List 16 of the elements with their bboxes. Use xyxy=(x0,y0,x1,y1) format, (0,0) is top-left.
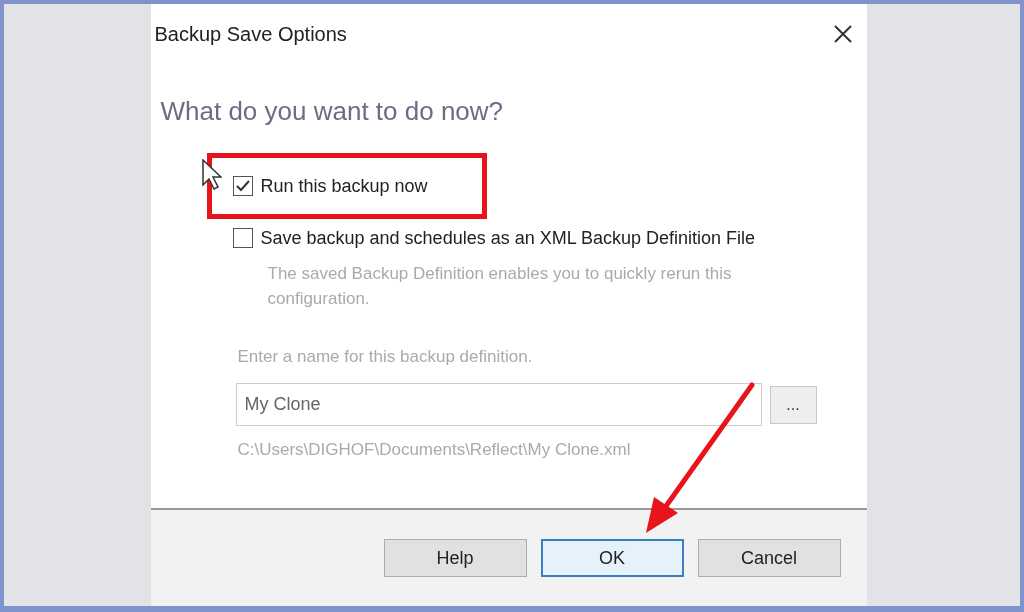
dialog-heading: What do you want to do now? xyxy=(160,96,505,127)
checkbox-label: Save backup and schedules as an XML Backup Definition File xyxy=(260,227,756,249)
cursor-icon xyxy=(202,159,222,191)
dialog-button[interactable]: Cancel xyxy=(697,539,841,577)
field-label: Enter a name for this backup definition. xyxy=(237,347,534,367)
window-title: Backup Save Options xyxy=(154,22,347,46)
description-text: The saved Backup Definition enables you to quickly rerun this configuration. xyxy=(267,263,733,310)
dialog-button[interactable]: Help xyxy=(383,539,527,577)
name-field[interactable]: My Clone xyxy=(235,383,762,426)
file-path: C:\Users\DIGHOF\Documents\Reflect\My Clone.xml xyxy=(237,440,632,460)
checkbox[interactable] xyxy=(232,176,253,196)
checkbox-label: Run this backup now xyxy=(260,175,428,197)
close-icon[interactable] xyxy=(832,24,853,44)
browse-button[interactable]: ... xyxy=(769,385,817,424)
dialog-button[interactable]: OK xyxy=(540,539,684,577)
checkbox[interactable] xyxy=(232,228,253,248)
